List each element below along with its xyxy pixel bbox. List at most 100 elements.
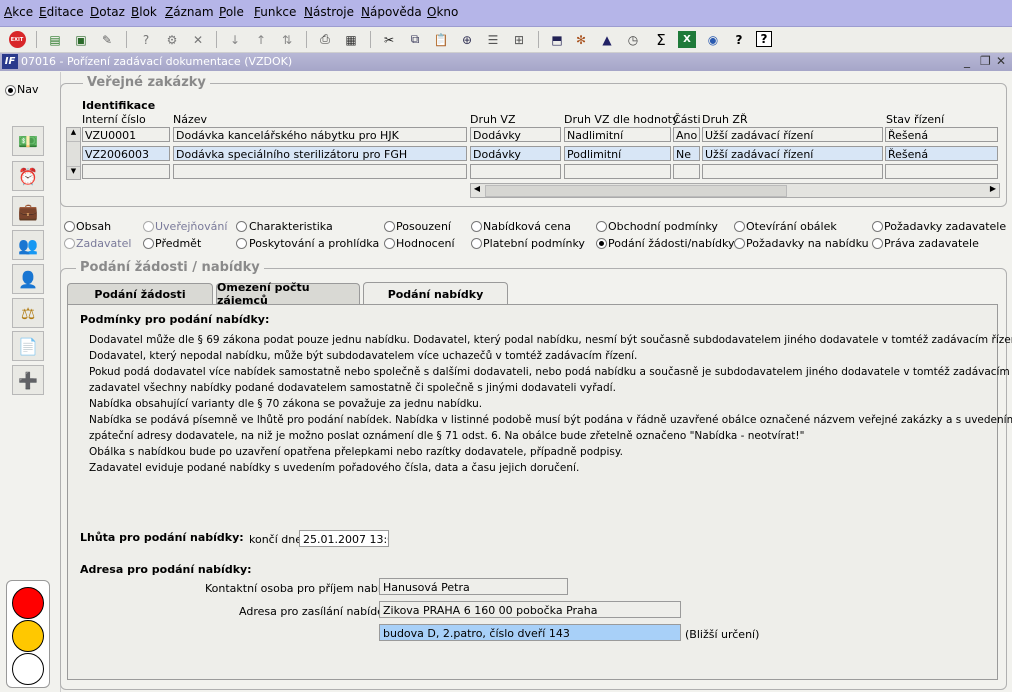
scales-icon[interactable]: ⚖ [12,298,44,328]
konci-dne-input[interactable]: 25.01.2007 13:00 [299,530,389,547]
table-cell[interactable]: Užší zadávací řízení [702,127,883,142]
save-icon[interactable]: ▣ [72,31,90,48]
scroll-thumb[interactable] [485,185,787,197]
nav-radio[interactable] [5,85,16,96]
radio-pozadavky-na-nabidku[interactable] [734,238,745,249]
menu-pole[interactable]: Pole [219,5,244,19]
menu-editace[interactable]: Editace [39,5,84,19]
cut-icon[interactable]: ✂ [380,31,398,48]
scroll-right-icon[interactable]: ▶ [987,184,999,197]
radio-platebni-podminky[interactable] [471,238,482,249]
table-cell[interactable]: Užší zadávací řízení [702,146,883,161]
table-cell[interactable]: Řešená [885,146,998,161]
table-cell[interactable]: Řešená [885,127,998,142]
sum-icon[interactable]: Σ [652,31,670,49]
table-cell[interactable]: Dodávky [470,146,561,161]
clear-icon[interactable]: ✎ [98,31,116,48]
table-cell[interactable]: Ne [673,146,700,161]
radio-nabidkova-cena[interactable] [471,221,482,232]
radio-obchodni-podminky[interactable] [596,221,607,232]
paste-icon[interactable]: 📋 [432,31,450,48]
radio-predmet[interactable] [143,238,154,249]
menu-dotaz[interactable]: Dotaz [90,5,125,19]
layout-icon[interactable]: ▲ [598,31,616,48]
menu-blok[interactable]: Blok [131,5,157,19]
list-icon[interactable]: ☰ [484,31,502,48]
adresa-input[interactable]: Zikova PRAHA 6 160 00 pobočka Praha [379,601,681,618]
table-cell-empty[interactable] [673,164,700,179]
table-cell[interactable]: Podlimitní [564,146,671,161]
menu-zaznam[interactable]: Záznam [165,5,214,19]
scroll-track[interactable] [67,142,80,166]
money-icon[interactable]: 💵 [12,126,44,156]
document-icon[interactable]: 📄 [12,331,44,361]
radio-otevirani-obalek[interactable] [734,221,745,232]
preview-icon[interactable]: ▦ [342,31,360,48]
settings-icon[interactable]: ✻ [572,31,590,48]
sort-desc-icon[interactable]: ↑ [252,31,270,48]
exit-icon[interactable]: EXIT [8,31,26,48]
help-query-icon[interactable]: ? [730,31,748,48]
row-scrollbar[interactable]: ▲ ▼ [66,127,81,180]
menu-nastroje[interactable]: Nástroje [304,5,354,19]
radio-pozadavky-zadavatele[interactable] [872,221,883,232]
table-cell-empty[interactable] [470,164,561,179]
table-cell[interactable]: VZU0001 [82,127,170,142]
copy-icon[interactable]: ⧉ [406,31,424,48]
refresh-icon[interactable]: ◉ [704,31,722,48]
excel-icon[interactable]: X [678,31,696,48]
radio-poskytovani[interactable] [236,238,247,249]
table-cell-empty[interactable] [173,164,467,179]
scroll-down-icon[interactable]: ▼ [67,166,80,180]
new-record-icon[interactable]: ▤ [46,31,64,48]
table-cell[interactable]: VZ2006003 [82,146,170,161]
radio-uverejnovani[interactable] [143,221,154,232]
menu-okno[interactable]: Okno [427,5,458,19]
kontakt-input[interactable]: Hanusová Petra [379,578,568,595]
tab-podani-zadosti[interactable]: Podání žádosti [67,283,213,304]
radio-charakteristika[interactable] [236,221,247,232]
grid-icon[interactable]: ⊞ [510,31,528,48]
tab-omezeni-poctu[interactable]: Omezení počtu zájemců [216,281,360,307]
menu-akce[interactable]: Akce [4,5,33,19]
table-cell-empty[interactable] [564,164,671,179]
cancel-query-icon[interactable]: ✕ [189,31,207,48]
tab-podani-nabidky[interactable]: Podání nabídky [363,282,508,305]
help-icon[interactable]: ? [756,31,772,47]
menu-napoveda[interactable]: Nápověda [361,5,422,19]
query-icon[interactable]: ? [137,31,155,48]
radio-posouzeni[interactable] [384,221,395,232]
radio-podani-zadosti-nabidky[interactable] [596,238,607,249]
sort-multi-icon[interactable]: ⇅ [278,31,296,48]
table-cell[interactable]: Nadlimitní [564,127,671,142]
execute-query-icon[interactable]: ⚙ [163,31,181,48]
add-document-icon[interactable]: ➕ [12,365,44,395]
scroll-left-icon[interactable]: ◀ [471,184,483,197]
radio-hodnoceni[interactable] [384,238,395,249]
radio-obsah[interactable] [64,221,75,232]
sort-asc-icon[interactable]: ↓ [226,31,244,48]
print-icon[interactable]: ⎙ [316,31,334,48]
horizontal-scrollbar[interactable]: ◀ ▶ [470,183,1000,198]
briefcase-icon[interactable]: 💼 [12,196,44,226]
clock-icon[interactable]: ◷ [624,31,642,48]
table-cell[interactable]: Dodávky [470,127,561,142]
radio-prava-zadavatele[interactable] [872,238,883,249]
table-cell-empty[interactable] [82,164,170,179]
minimize-icon[interactable]: _ [964,54,970,68]
menu-funkce[interactable]: Funkce [254,5,296,19]
close-icon[interactable]: ✕ [996,54,1006,68]
person-icon[interactable]: 👤 [12,264,44,294]
table-cell[interactable]: Dodávka kancelářského nábytku pro HJK [173,127,467,142]
table-cell-empty[interactable] [702,164,883,179]
table-cell[interactable]: Ano [673,127,700,142]
radio-zadavatel[interactable] [64,238,75,249]
scroll-up-icon[interactable]: ▲ [67,128,80,142]
duplicate-icon[interactable]: ⊕ [458,31,476,48]
clock-icon[interactable]: ⏰ [12,161,44,191]
table-cell[interactable]: Dodávka speciálního sterilizátoru pro FG… [173,146,467,161]
export-icon[interactable]: ⬒ [548,31,566,48]
restore-icon[interactable]: ❐ [980,54,991,68]
users-icon[interactable]: 👥 [12,230,44,260]
table-cell-empty[interactable] [885,164,998,179]
